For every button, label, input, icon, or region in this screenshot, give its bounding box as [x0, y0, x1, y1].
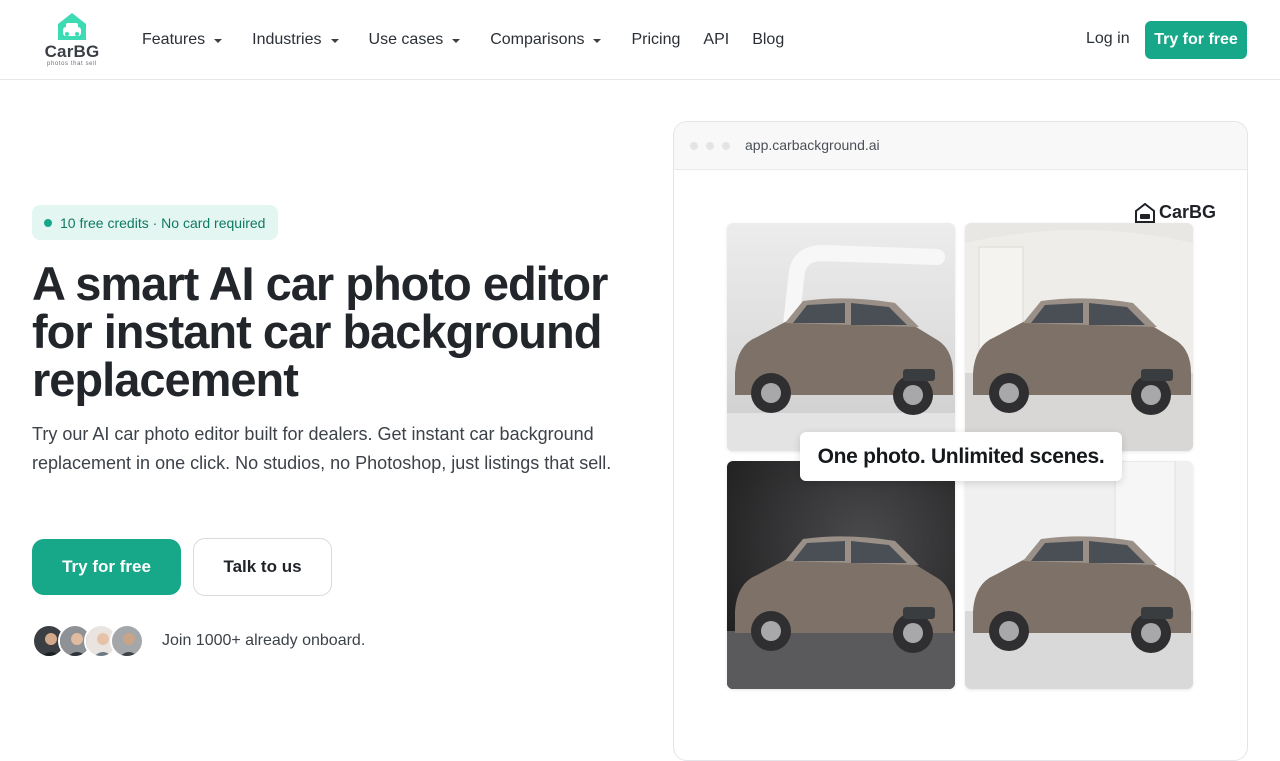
preview-logo: CarBG — [1134, 202, 1216, 223]
nav-label: Industries — [252, 31, 322, 48]
nav-item-industries[interactable]: Industries — [252, 31, 339, 49]
window-dot-icon — [722, 142, 730, 150]
app-preview-window: app.carbackground.ai CarBG One photo. Un… — [673, 121, 1248, 761]
address-url: app.carbackground.ai — [745, 137, 880, 153]
brand-name: CarBG — [44, 42, 100, 61]
avatar — [110, 624, 144, 658]
avatar-stack — [32, 624, 148, 658]
nav-item-features[interactable]: Features — [142, 31, 223, 49]
nav-item-pricing[interactable]: Pricing — [631, 31, 680, 49]
car-garage-icon — [58, 13, 86, 40]
scene-tile-white-showroom[interactable] — [965, 223, 1193, 451]
nav-label: Comparisons — [490, 31, 585, 48]
status-dot-icon — [44, 219, 52, 227]
nav-item-blog[interactable]: Blog — [752, 31, 784, 49]
scene-tile-studio-curve[interactable] — [727, 223, 955, 451]
scene-tile-bright-showroom[interactable] — [965, 461, 1193, 689]
garage-icon — [1135, 202, 1155, 223]
nav-item-comparisons[interactable]: Comparisons — [490, 31, 602, 49]
nav-label: Use cases — [368, 31, 444, 48]
free-credits-badge: 10 free credits · No card required — [32, 205, 279, 240]
nav-label: Blog — [752, 31, 785, 48]
talk-to-us-button[interactable]: Talk to us — [193, 538, 332, 596]
nav-label: Pricing — [631, 31, 681, 48]
browser-chrome: app.carbackground.ai — [674, 122, 1247, 170]
nav-links: Features Industries Use cases Comparison… — [142, 0, 807, 80]
nav-item-api[interactable]: API — [703, 31, 729, 49]
login-link[interactable]: Log in — [1086, 30, 1130, 48]
brand-logo[interactable]: CarBG photos that sell — [40, 10, 104, 70]
window-dot-icon — [706, 142, 714, 150]
caret-down-icon — [214, 39, 223, 43]
social-proof-text: Join 1000+ already onboard. — [162, 632, 366, 649]
caret-down-icon — [593, 39, 602, 43]
nav-try-free-button[interactable]: Try for free — [1145, 21, 1247, 59]
nav-label: Features — [142, 31, 206, 48]
hero-subcopy: Try our AI car photo editor built for de… — [32, 424, 612, 473]
hero-headline: A smart AI car photo editor for instant … — [32, 257, 608, 406]
preview-caption: One photo. Unlimited scenes. — [800, 432, 1122, 481]
hero-try-free-button[interactable]: Try for free — [32, 539, 181, 595]
window-dot-icon — [690, 142, 698, 150]
preview-logo-text: CarBG — [1159, 202, 1217, 222]
brand-tagline: photos that sell — [47, 61, 97, 67]
caret-down-icon — [452, 39, 461, 43]
badge-text: 10 free credits · No card required — [60, 214, 266, 231]
nav-label: API — [703, 31, 730, 48]
nav-item-use-cases[interactable]: Use cases — [369, 31, 461, 49]
caret-down-icon — [330, 39, 339, 43]
top-nav: CarBG photos that sell Features Industri… — [0, 0, 1280, 80]
scene-tile-dark-studio[interactable] — [727, 461, 955, 689]
